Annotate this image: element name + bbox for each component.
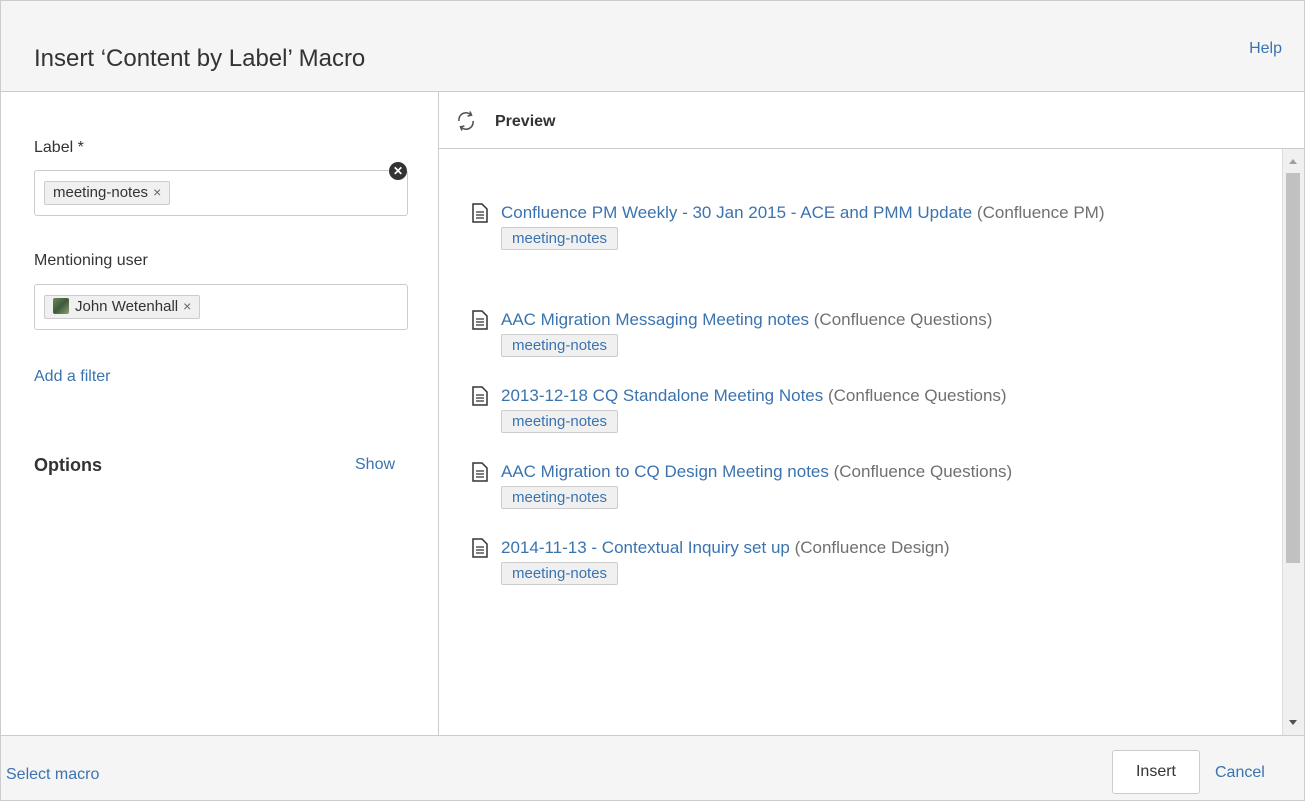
- preview-results: Confluence PM Weekly - 30 Jan 2015 - ACE…: [439, 149, 1282, 735]
- preview-pane: Preview Confluence PM Weekly - 30 Jan 20…: [439, 92, 1304, 735]
- list-item: AAC Migration to CQ Design Meeting notes…: [471, 460, 1231, 509]
- options-show-link[interactable]: Show: [355, 456, 395, 474]
- options-heading: Options: [34, 455, 102, 475]
- result-space: (Confluence Design): [789, 538, 950, 557]
- dialog-footer: Select macro Insert Cancel: [1, 735, 1304, 800]
- list-item: AAC Migration Messaging Meeting notes (C…: [471, 308, 1231, 357]
- result-label-tag[interactable]: meeting-notes: [501, 410, 619, 433]
- label-token-text: meeting-notes: [53, 184, 149, 201]
- page-icon: [472, 538, 488, 558]
- scroll-down-icon[interactable]: [1289, 720, 1297, 725]
- remove-label-icon[interactable]: ×: [153, 184, 161, 200]
- list-item: 2013-12-18 CQ Standalone Meeting Notes (…: [471, 384, 1231, 433]
- result-space: (Confluence Questions): [828, 462, 1013, 481]
- result-title-link[interactable]: AAC Migration Messaging Meeting notes: [501, 310, 809, 329]
- cancel-link[interactable]: Cancel: [1215, 764, 1265, 782]
- label-input[interactable]: meeting-notes ×: [34, 170, 408, 216]
- macro-parameters-pane: Label * meeting-notes × Mentioning user ✕…: [1, 92, 439, 735]
- user-token[interactable]: John Wetenhall ×: [44, 295, 201, 319]
- result-label-tag[interactable]: meeting-notes: [501, 486, 619, 509]
- dialog-title: Insert ‘Content by Label’ Macro: [34, 45, 366, 72]
- add-filter-link[interactable]: Add a filter: [34, 368, 110, 386]
- preview-title: Preview: [495, 113, 556, 130]
- avatar: [53, 298, 69, 314]
- select-macro-link[interactable]: Select macro: [6, 766, 99, 784]
- result-title-link[interactable]: AAC Migration to CQ Design Meeting notes: [501, 462, 829, 481]
- page-icon: [472, 462, 488, 482]
- scroll-up-icon[interactable]: [1289, 159, 1297, 164]
- mentioning-user-label: Mentioning user: [34, 252, 148, 269]
- help-link[interactable]: Help: [1249, 40, 1282, 58]
- result-title-link[interactable]: 2014-11-13 - Contextual Inquiry set up: [501, 538, 790, 557]
- result-title-link[interactable]: 2013-12-18 CQ Standalone Meeting Notes: [501, 386, 823, 405]
- preview-header: Preview: [439, 92, 1304, 149]
- dialog-header: Insert ‘Content by Label’ Macro Help: [1, 1, 1304, 92]
- list-item: 2014-11-13 - Contextual Inquiry set up (…: [471, 536, 1231, 585]
- result-title-link[interactable]: Confluence PM Weekly - 30 Jan 2015 - ACE…: [501, 203, 972, 222]
- result-space: (Confluence Questions): [809, 310, 993, 329]
- refresh-icon[interactable]: [455, 111, 477, 131]
- page-icon: [472, 386, 488, 406]
- mentioning-user-input[interactable]: John Wetenhall ×: [34, 284, 408, 330]
- macro-dialog: Insert ‘Content by Label’ Macro Help Lab…: [0, 0, 1305, 801]
- preview-scrollbar[interactable]: [1282, 149, 1304, 735]
- list-item: Confluence PM Weekly - 30 Jan 2015 - ACE…: [471, 201, 1231, 250]
- clear-icon[interactable]: ✕: [389, 162, 407, 180]
- scroll-thumb[interactable]: [1286, 173, 1300, 563]
- label-field-label: Label *: [34, 139, 84, 156]
- result-label-tag[interactable]: meeting-notes: [501, 227, 619, 250]
- result-label-tag[interactable]: meeting-notes: [501, 334, 619, 357]
- insert-button[interactable]: Insert: [1112, 750, 1200, 794]
- page-icon: [472, 310, 488, 330]
- result-space: (Confluence Questions): [823, 386, 1007, 405]
- page-icon: [472, 203, 488, 223]
- result-label-tag[interactable]: meeting-notes: [501, 562, 619, 585]
- result-space: (Confluence PM): [972, 203, 1105, 222]
- label-token[interactable]: meeting-notes ×: [44, 181, 171, 205]
- user-token-text: John Wetenhall: [75, 298, 179, 315]
- remove-user-icon[interactable]: ×: [183, 298, 191, 314]
